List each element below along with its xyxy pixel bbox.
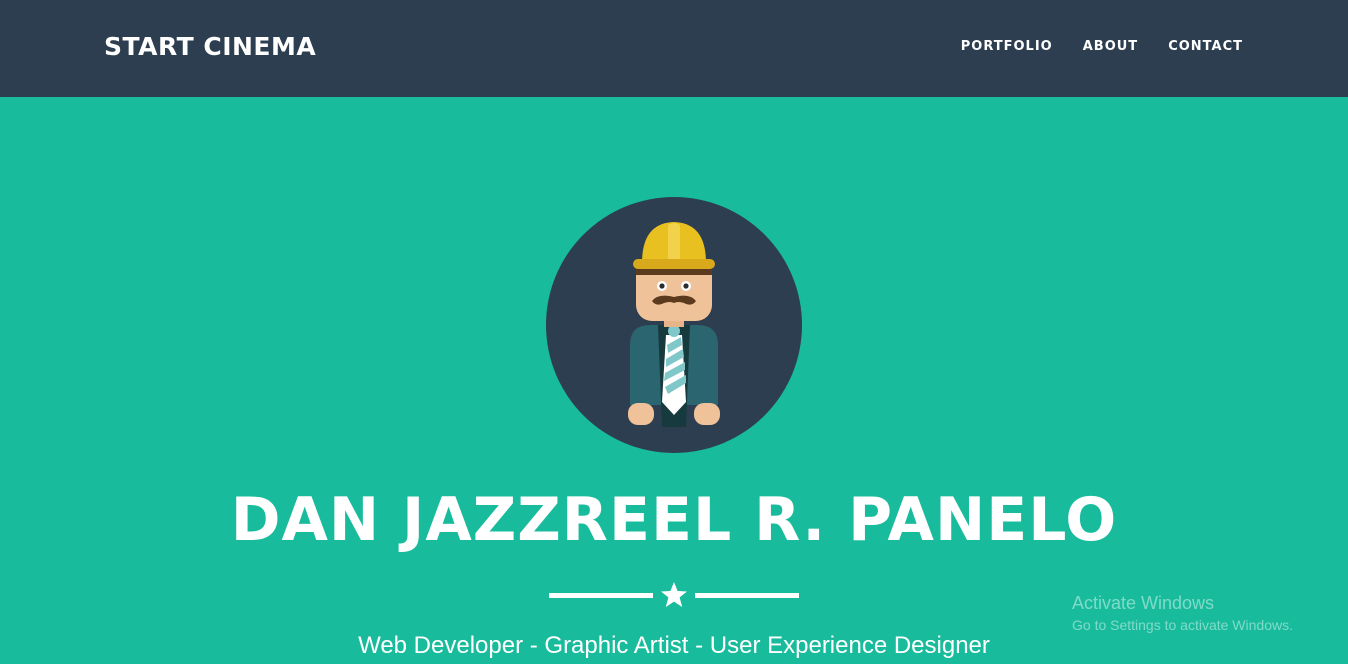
avatar-image xyxy=(546,197,802,453)
nav-menu: PORTFOLIO ABOUT CONTACT xyxy=(961,38,1243,56)
divider-line-left xyxy=(549,593,653,598)
windows-activation-watermark: Activate Windows Go to Settings to activ… xyxy=(1072,592,1293,635)
star-divider xyxy=(549,580,799,610)
star-icon xyxy=(661,582,687,607)
brand-link[interactable]: START CINEMA xyxy=(104,31,316,63)
nav-link-contact[interactable]: CONTACT xyxy=(1168,38,1243,56)
watermark-subtitle: Go to Settings to activate Windows. xyxy=(1072,617,1293,633)
hero-name: DAN JAZZREEL R. PANELO xyxy=(230,485,1118,555)
watermark-title: Activate Windows xyxy=(1072,593,1215,613)
navbar: START CINEMA PORTFOLIO ABOUT CONTACT xyxy=(0,0,1348,97)
nav-link-about[interactable]: ABOUT xyxy=(1083,38,1138,56)
divider-line-right xyxy=(695,593,799,598)
nav-link-portfolio[interactable]: PORTFOLIO xyxy=(961,38,1053,56)
construction-worker-avatar-icon xyxy=(546,197,802,453)
